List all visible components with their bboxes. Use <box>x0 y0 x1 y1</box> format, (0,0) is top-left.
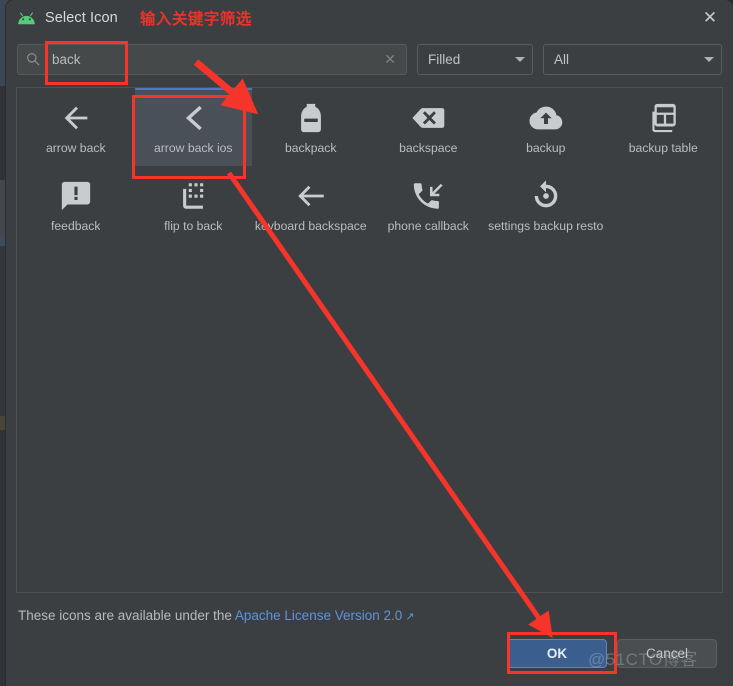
dialog-buttons: OK Cancel <box>507 639 717 668</box>
icon-cell-phone-callback[interactable]: phone callback <box>370 166 488 244</box>
icon-cell-backup-table[interactable]: backup table <box>605 88 723 166</box>
icon-label: keyboard backspace <box>254 219 367 233</box>
clear-search-icon[interactable]: ✕ <box>382 51 398 68</box>
ok-button[interactable]: OK <box>507 639 607 668</box>
license-prefix: These icons are available under the <box>18 608 235 623</box>
backup-icon <box>529 97 563 139</box>
icon-cell-arrow-back-ios[interactable]: arrow back ios <box>134 88 252 166</box>
icon-category-select[interactable]: All <box>543 43 722 75</box>
cancel-button[interactable]: Cancel <box>617 639 717 668</box>
icon-label: arrow back <box>45 141 106 155</box>
icon-label: backup table <box>628 141 698 155</box>
icon-style-select[interactable]: Filled <box>417 43 533 75</box>
phone-callback-icon <box>411 175 445 217</box>
backpack-icon <box>294 97 328 139</box>
feedback-icon <box>59 175 93 217</box>
dialog-titlebar: Select Icon 输入关键字筛选 ✕ <box>6 0 733 36</box>
icon-label: backpack <box>285 141 337 155</box>
close-icon[interactable]: ✕ <box>687 0 733 36</box>
dialog-footer: These icons are available under the Apac… <box>6 593 733 686</box>
icon-label: settings backup resto <box>488 219 604 233</box>
search-input-value: back <box>52 51 81 67</box>
annotation-top-note: 输入关键字筛选 <box>139 11 252 28</box>
icon-cell-feedback[interactable]: feedback <box>17 166 135 244</box>
backspace-icon <box>411 97 445 139</box>
icon-label: phone callback <box>387 219 469 233</box>
icon-grid: arrow back arrow back ios backpack backs… <box>17 88 722 244</box>
chevron-down-icon <box>515 56 525 62</box>
icon-cell-keyboard-backspace[interactable]: keyboard backspace <box>252 166 370 244</box>
icon-cell-backup[interactable]: backup <box>487 88 605 166</box>
search-icon <box>26 52 40 66</box>
chevron-down-icon <box>704 56 714 62</box>
icon-cell-backspace[interactable]: backspace <box>370 88 488 166</box>
dialog-title: Select Icon <box>45 10 118 26</box>
icon-cell-flip-to-back[interactable]: flip to back <box>135 166 253 244</box>
apache-license-link[interactable]: Apache License Version 2.0 <box>235 608 402 623</box>
license-text: These icons are available under the Apac… <box>18 608 414 623</box>
icon-label: flip to back <box>164 219 223 233</box>
icon-cell-settings-backup-restore[interactable]: settings backup resto <box>487 166 605 244</box>
icon-label: backspace <box>399 141 458 155</box>
icon-label: feedback <box>51 219 101 233</box>
icon-label: arrow back ios <box>153 141 233 155</box>
arrow-back-ios-icon <box>176 97 210 139</box>
android-icon <box>16 8 36 28</box>
icon-grid-panel[interactable]: arrow back arrow back ios backpack backs… <box>16 87 723 593</box>
search-input[interactable]: back ✕ <box>17 43 407 75</box>
icon-cell-arrow-back[interactable]: arrow back <box>17 88 135 166</box>
icon-label: backup <box>526 141 566 155</box>
settings-backup-restore-icon <box>529 175 563 217</box>
icon-cell-backpack[interactable]: backpack <box>252 88 370 166</box>
flip-to-back-icon <box>176 175 210 217</box>
arrow-back-icon <box>59 97 93 139</box>
filter-bar: back ✕ Filled All <box>6 36 733 78</box>
icon-style-value: Filled <box>428 51 461 67</box>
backup-table-icon <box>646 97 680 139</box>
icon-category-value: All <box>554 51 570 67</box>
select-icon-dialog: Select Icon 输入关键字筛选 ✕ back ✕ Filled All <box>6 0 733 686</box>
external-link-icon: ↗ <box>405 611 415 623</box>
keyboard-backspace-icon <box>294 175 328 217</box>
